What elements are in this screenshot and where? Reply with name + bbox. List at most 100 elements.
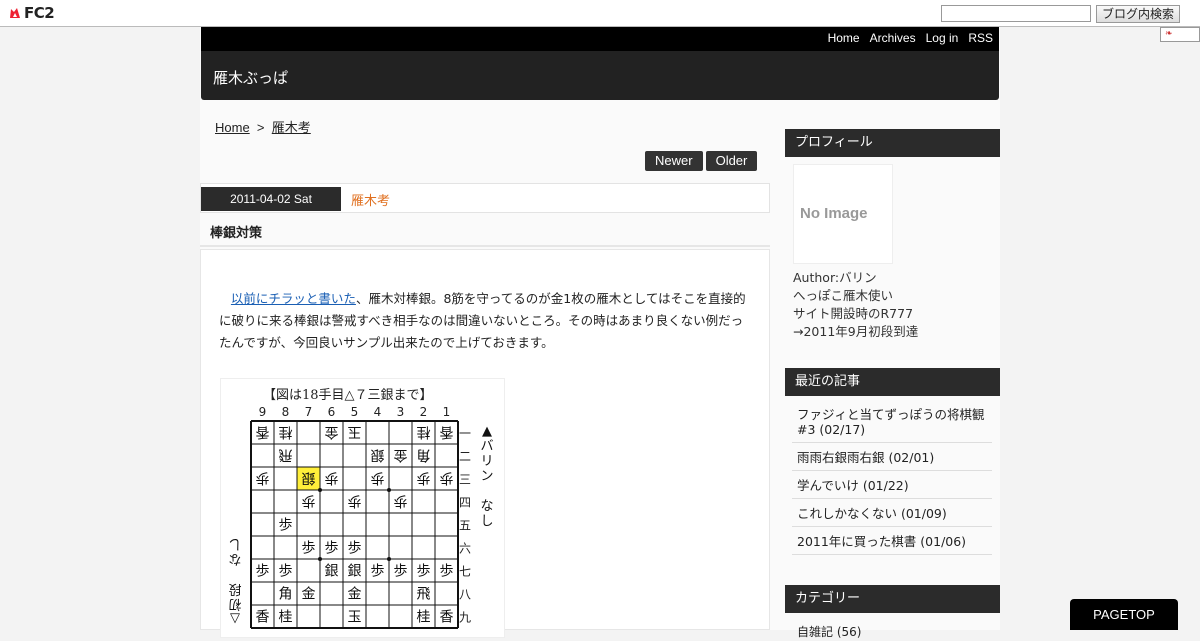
shogi-piece: 歩	[394, 493, 408, 509]
previous-post-link[interactable]: 以前にチラッと書いた	[231, 291, 356, 306]
blog-title-banner: 雁木ぶっぱ	[201, 51, 999, 100]
diagram-row-labels: 一二三四五六七八九	[459, 427, 471, 625]
entry-text: 以前にチラッと書いた、雁木対棒銀。8筋を守ってるのが金1枚の雁木としてはそこを直…	[219, 288, 755, 354]
profile-avatar: No Image	[793, 164, 893, 264]
nav-archives[interactable]: Archives	[870, 31, 916, 45]
shogi-piece: 銀	[348, 564, 362, 580]
top-nav: Home Archives Log in RSS	[201, 27, 999, 51]
newer-button[interactable]: Newer	[645, 151, 703, 171]
column-label: 9	[259, 405, 267, 419]
star-point	[318, 557, 322, 561]
diagram-caption: 【図は18手目△７三銀まで】	[263, 388, 433, 403]
column-label: 1	[443, 405, 451, 419]
gote-label-char: な	[228, 551, 241, 566]
blog-search-button[interactable]: ブログ内検索	[1096, 5, 1180, 23]
shogi-piece: 玉	[348, 610, 362, 626]
sente-label-char: し	[480, 514, 493, 529]
shogi-piece: 歩	[279, 564, 293, 580]
fc2-logo[interactable]: FC2	[8, 4, 55, 22]
row-label: 二	[459, 450, 471, 464]
profile-heading: プロフィール	[785, 129, 1000, 157]
breadcrumb-home[interactable]: Home	[215, 120, 250, 135]
nav-login[interactable]: Log in	[926, 31, 959, 45]
shogi-piece: 銀	[371, 447, 385, 463]
category-heading: カテゴリー	[785, 585, 1000, 613]
shogi-piece: 歩	[256, 564, 270, 580]
shogi-piece: 歩	[394, 564, 408, 580]
shogi-piece: 歩	[325, 470, 339, 486]
recent-post-item[interactable]: これしかなくない (01/09)	[792, 503, 992, 527]
nav-home[interactable]: Home	[828, 31, 860, 45]
row-label: 六	[459, 542, 471, 556]
older-button[interactable]: Older	[705, 151, 758, 171]
shogi-piece: 金	[348, 587, 362, 603]
breadcrumb: Home > 雁木考	[215, 117, 311, 136]
shogi-piece: 歩	[348, 541, 362, 557]
shogi-piece: 香	[256, 610, 270, 626]
gote-label-char: 段	[228, 581, 241, 596]
shogi-piece: 玉	[348, 424, 362, 440]
sente-label-char: な	[480, 499, 493, 514]
star-point	[318, 488, 322, 492]
column-label: 7	[305, 405, 313, 419]
breadcrumb-category[interactable]: 雁木考	[272, 120, 311, 135]
shogi-piece: 香	[256, 424, 270, 440]
fc2-float-widget[interactable]: ❧	[1160, 27, 1200, 42]
shogi-piece: 桂	[417, 424, 431, 440]
shogi-piece: 歩	[279, 518, 293, 534]
recent-posts-heading: 最近の記事	[785, 368, 1000, 396]
gote-label-char: 初	[228, 596, 241, 611]
shogi-piece: 歩	[417, 470, 431, 486]
shogi-piece: 金	[394, 447, 408, 463]
entry-category-link[interactable]: 雁木考	[351, 190, 390, 209]
shogi-piece: 歩	[302, 493, 316, 509]
entry-divider	[200, 245, 770, 247]
breadcrumb-separator: >	[256, 120, 265, 135]
gote-label-char: し	[228, 536, 241, 551]
shogi-piece: 桂	[279, 610, 293, 626]
recent-post-item[interactable]: ファジィと当てずっぽうの将棋観 #3 (02/17)	[792, 404, 992, 443]
entry-pager: Newer Older	[645, 151, 758, 171]
entry-title[interactable]: 棒銀対策	[210, 222, 262, 241]
blog-search-input[interactable]	[941, 5, 1091, 22]
shogi-piece: 歩	[302, 541, 316, 557]
category-item[interactable]: 自雑記 (56)	[797, 623, 861, 640]
shogi-piece: 角	[279, 587, 293, 603]
sente-label-char: ン	[480, 469, 493, 484]
shogi-piece: 桂	[279, 424, 293, 440]
shogi-piece: 桂	[417, 610, 431, 626]
profile-line: →2011年9月初段到達	[793, 324, 919, 339]
shogi-piece: 金	[302, 587, 316, 603]
shogi-piece: 香	[440, 424, 454, 440]
recent-post-item[interactable]: 2011年に買った棋書 (01/06)	[792, 531, 992, 555]
profile-line: サイト開設時のR777	[793, 306, 914, 321]
recent-post-item[interactable]: 雨雨右銀雨右銀 (02/01)	[792, 447, 992, 471]
fc2-fox-icon	[10, 8, 20, 18]
entry-body: 以前にチラッと書いた、雁木対棒銀。8筋を守ってるのが金1枚の雁木としてはそこを直…	[200, 249, 770, 638]
column-label: 8	[282, 405, 290, 419]
diagram-pieces: 香桂金玉桂香飛銀金角歩銀歩歩歩歩歩歩歩歩歩歩歩歩歩銀銀歩歩歩歩角金金飛香桂玉桂香	[256, 424, 454, 626]
diagram-column-labels: 9 8 7 6 5 4 3 2 1	[259, 405, 451, 419]
row-label: 七	[459, 565, 471, 579]
shogi-piece: 歩	[417, 564, 431, 580]
shogi-piece: 歩	[371, 564, 385, 580]
column-label: 3	[397, 405, 405, 419]
shogi-piece: 歩	[256, 470, 270, 486]
nav-rss[interactable]: RSS	[968, 31, 993, 45]
row-label: 九	[459, 611, 471, 625]
profile-line: Author:バリン	[793, 270, 877, 285]
shogi-piece: 銀	[302, 470, 316, 486]
shogi-piece: 飛	[279, 447, 293, 463]
recent-post-item[interactable]: 学んでいけ (01/22)	[792, 475, 992, 499]
sente-label-char: リ	[480, 454, 493, 469]
gote-hand-label: △初段なし	[228, 536, 241, 626]
profile-text: Author:バリン へっぽこ雁木使い サイト開設時のR777 →2011年9月…	[793, 269, 918, 341]
entry-date: 2011-04-02 Sat	[201, 187, 341, 211]
shogi-diagram: 【図は18手目△７三銀まで】 987654321 一二三四五六七八九 香桂金玉桂…	[220, 378, 505, 638]
blog-title[interactable]: 雁木ぶっぱ	[213, 67, 288, 88]
shogi-piece: 歩	[371, 470, 385, 486]
pagetop-button[interactable]: PAGETOP	[1070, 599, 1178, 630]
shogi-piece: 歩	[348, 493, 362, 509]
star-point	[387, 488, 391, 492]
recent-posts-list: ファジィと当てずっぽうの将棋観 #3 (02/17) 雨雨右銀雨右銀 (02/0…	[792, 404, 992, 555]
